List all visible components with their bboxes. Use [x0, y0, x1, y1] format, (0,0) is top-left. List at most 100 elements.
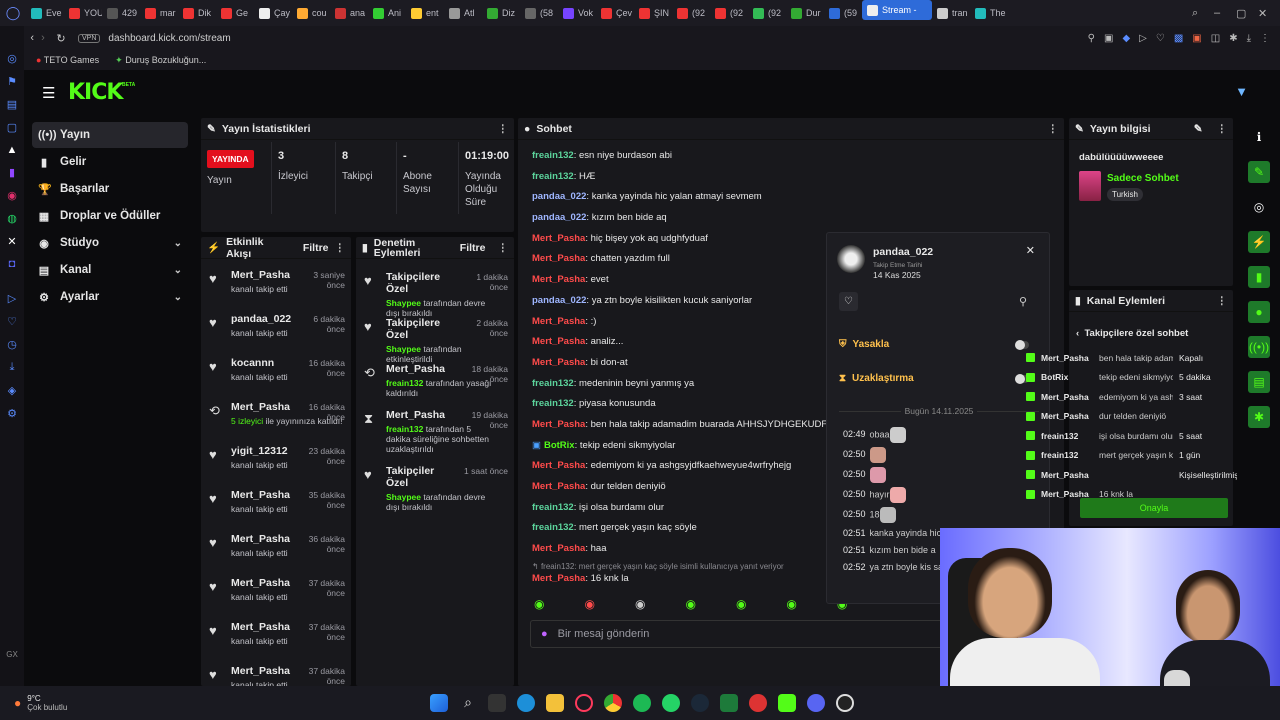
overlay-user[interactable]: Mert_Pasha — [1041, 353, 1093, 363]
chat-username[interactable]: Mert_Pasha — [532, 316, 585, 327]
camera-icon[interactable]: ◫ — [1211, 33, 1220, 44]
window-minimize-icon[interactable]: – — [1214, 7, 1236, 19]
twitch-icon[interactable]: ▮ — [9, 166, 15, 179]
snapshot-icon[interactable]: ▣ — [1104, 33, 1113, 44]
chat-username[interactable]: freain132 — [532, 502, 574, 513]
overlay-user[interactable]: Mert_Pasha — [1041, 392, 1093, 402]
x-icon[interactable]: ✕ — [7, 235, 16, 248]
browser-tab[interactable]: Dik — [178, 0, 216, 26]
browser-tab[interactable]: Çay — [254, 0, 292, 26]
favorite-button[interactable]: ♡ — [839, 292, 858, 311]
reload-icon[interactable]: ↻ — [52, 32, 70, 45]
emote-icon[interactable]: ◉ — [786, 597, 796, 611]
chevron-down-icon[interactable]: ⌄ — [174, 238, 182, 249]
obs-icon[interactable] — [836, 694, 854, 712]
overlay-user[interactable]: BotRix — [1041, 372, 1093, 382]
adblock-icon[interactable]: ▣ — [1192, 33, 1201, 44]
chat-username[interactable]: pandaa_022 — [532, 295, 586, 306]
overlay-user[interactable]: Mert_Pasha — [1041, 411, 1093, 421]
ban-row[interactable]: ⛨ Yasakla — [839, 339, 1029, 350]
overlay-row[interactable]: Mert_Pasha dur telden deniyiö — [1022, 407, 1254, 426]
browser-tab[interactable]: ent — [406, 0, 444, 26]
messenger-icon[interactable]: ▢ — [7, 121, 17, 134]
history-icon[interactable]: ▤ — [7, 98, 17, 111]
close-icon[interactable]: ✕ — [1026, 244, 1035, 257]
chat-username[interactable]: pandaa_022 — [532, 212, 586, 223]
more-options-icon[interactable]: ⋮ — [335, 242, 346, 254]
emote-icon[interactable]: ◉ — [635, 597, 645, 611]
prime-icon[interactable]: ▼ — [1235, 84, 1248, 99]
chrome-icon[interactable] — [604, 694, 622, 712]
steam-icon[interactable] — [691, 694, 709, 712]
task-view-icon[interactable] — [488, 694, 506, 712]
more-options-icon[interactable]: ⋮ — [1048, 123, 1059, 135]
emote-icon[interactable]: ◉ — [736, 597, 746, 611]
moderator-name[interactable]: Shaypee — [386, 344, 421, 354]
overlay-user[interactable]: freain132 — [1041, 431, 1093, 441]
chat-username[interactable]: Mert_Pasha — [532, 573, 585, 584]
moderator-name[interactable]: Shaypee — [386, 492, 421, 502]
browser-tab[interactable]: Ani — [368, 0, 406, 26]
chat-rail-icon[interactable]: ● — [1248, 301, 1270, 323]
mic-icon[interactable]: ● — [541, 628, 548, 640]
broadcast-icon[interactable]: ((•)) — [1248, 336, 1270, 358]
browser-tab[interactable]: The — [970, 0, 1008, 26]
cube-icon[interactable]: ◈ — [8, 384, 16, 397]
window-maximize-icon[interactable]: ▢ — [1236, 7, 1258, 20]
timeout-row[interactable]: ⧗ Uzaklaştırma — [839, 373, 1029, 384]
chat-username[interactable]: freain132 — [532, 398, 574, 409]
nav-item-3[interactable]: ▦ Droplar ve Ödüller — [32, 203, 188, 229]
confirm-button[interactable]: Onayla — [1080, 498, 1228, 518]
quick-actions-icon[interactable]: ⚡ — [1248, 231, 1270, 253]
menu-icon[interactable]: ⋮ — [1260, 33, 1270, 44]
bookmark-durus[interactable]: ✦ Duruş Bozukluğun... — [115, 55, 206, 66]
excel-icon[interactable] — [720, 694, 738, 712]
instagram-icon[interactable]: ◉ — [7, 189, 17, 202]
kick-side-icon[interactable]: ▲ — [7, 144, 18, 156]
browser-tab[interactable]: Diz — [482, 0, 520, 26]
chat-username[interactable]: freain132 — [532, 150, 574, 161]
overlay-row[interactable]: Mert_Pasha Kişiselleştirilmiş — [1022, 465, 1254, 484]
heart-icon[interactable]: ♡ — [1156, 33, 1165, 44]
moderator-name[interactable]: Shaypee — [386, 298, 421, 308]
tools-icon[interactable]: ✱ — [1248, 406, 1270, 428]
browser-tab[interactable]: Eve — [26, 0, 64, 26]
overlay-row[interactable]: freain132 işi olsa burdamı olur 5 saat — [1022, 426, 1254, 445]
moderator-name[interactable]: freain132 — [386, 378, 423, 388]
chat-username[interactable]: BotRix — [544, 440, 575, 451]
hamburger-menu-icon[interactable]: ☰ — [42, 84, 55, 102]
whatsapp-icon[interactable]: ◍ — [7, 212, 17, 225]
moderation-rail-icon[interactable]: ▮ — [1248, 266, 1270, 288]
info-icon[interactable]: ℹ — [1248, 126, 1270, 148]
chat-username[interactable]: freain132 — [532, 171, 574, 182]
puzzle-icon[interactable]: ✱ — [1229, 33, 1237, 44]
nav-item-1[interactable]: ▮ Gelir — [32, 149, 188, 175]
overlay-user[interactable]: freain132 — [1041, 450, 1093, 460]
browser-tab[interactable]: ana — [330, 0, 368, 26]
opera-ai-icon[interactable]: ◎ — [7, 52, 17, 65]
weather-widget[interactable]: ● 9°C Çok bulutlu — [0, 694, 430, 712]
browser-tab[interactable]: (59 — [824, 0, 862, 26]
search-taskbar-icon[interactable]: ⌕ — [459, 694, 477, 712]
clock-icon[interactable]: ◷ — [7, 338, 17, 351]
browser-tab[interactable]: (92 — [710, 0, 748, 26]
browser-tab[interactable]: (58 — [520, 0, 558, 26]
send-icon[interactable]: ▷ — [1139, 33, 1147, 44]
more-options-icon[interactable]: ⋮ — [1217, 123, 1228, 135]
kick-logo[interactable]: KICK — [68, 80, 123, 105]
capture-icon[interactable]: ◎ — [1248, 196, 1270, 218]
nav-item-2[interactable]: 🏆 Başarılar — [32, 176, 188, 202]
browser-tab[interactable]: (92 — [672, 0, 710, 26]
vpn-badge[interactable]: VPN — [78, 33, 101, 43]
discord-icon[interactable]: ◘ — [9, 258, 16, 270]
filter-button[interactable]: Filtre — [303, 242, 329, 254]
kick-taskbar-icon[interactable] — [778, 694, 796, 712]
chat-username[interactable]: pandaa_022 — [532, 191, 586, 202]
chat-input[interactable]: ● Bir mesaj gönderin — [530, 620, 950, 648]
layout-icon[interactable]: ▤ — [1248, 371, 1270, 393]
start-icon[interactable] — [430, 694, 448, 712]
player-icon[interactable]: ▷ — [8, 292, 16, 305]
app-red-icon[interactable] — [749, 694, 767, 712]
chevron-down-icon[interactable]: ⌄ — [174, 292, 182, 303]
shield-icon[interactable]: ◆ — [1122, 33, 1130, 44]
